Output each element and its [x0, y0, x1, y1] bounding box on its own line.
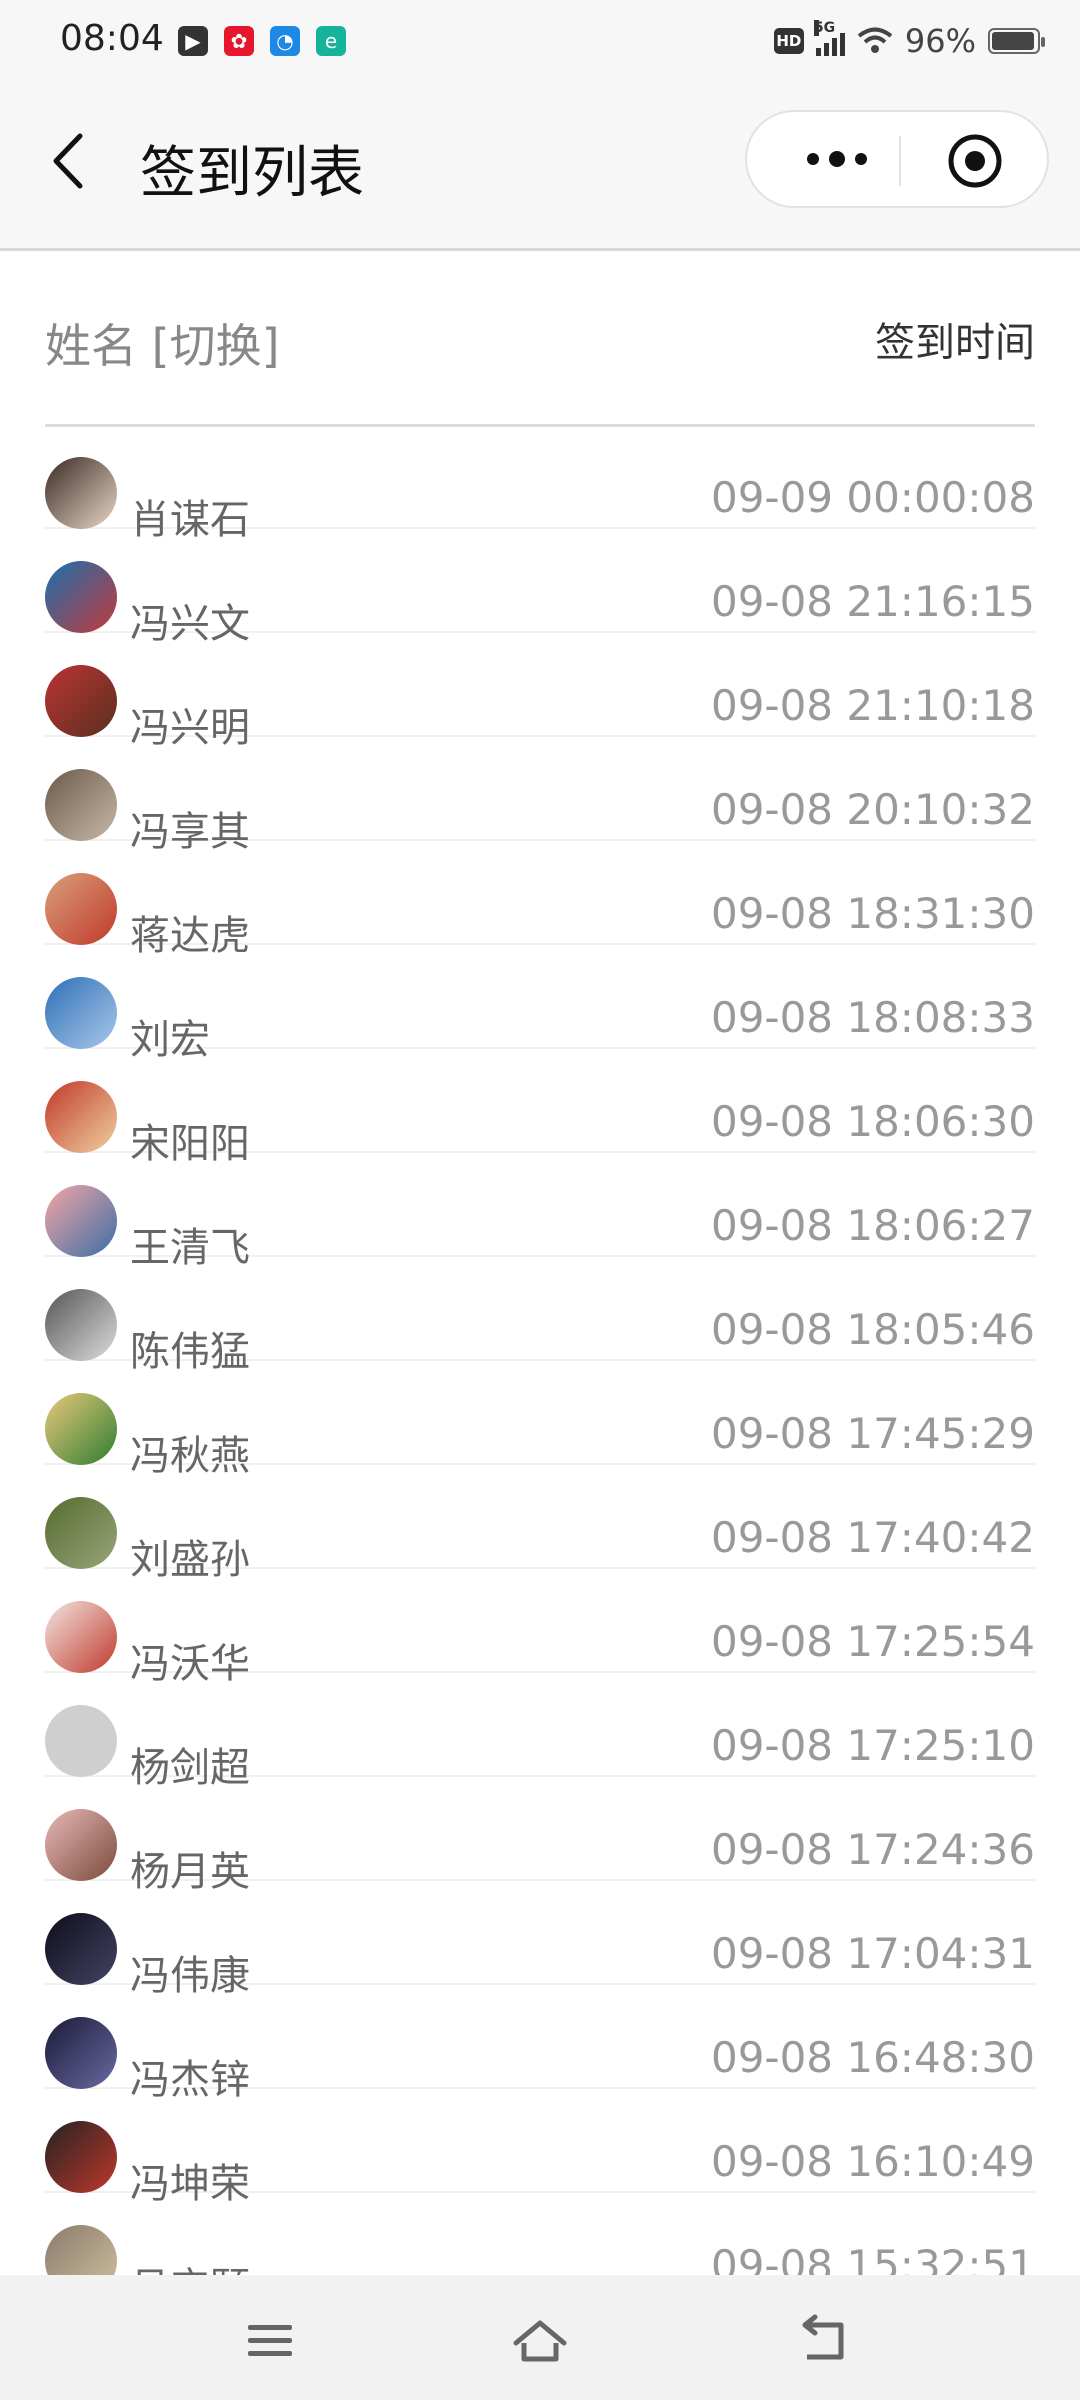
avatar [45, 2121, 117, 2193]
more-menu-button[interactable] [787, 134, 887, 184]
list-item[interactable]: 杨剑超 09-08 17:25:10 [45, 1673, 1035, 1791]
navigation-bar: 签到列表 [0, 84, 1080, 251]
checkin-time: 09-08 21:10:18 [710, 681, 1035, 730]
checkin-time: 09-08 17:04:31 [710, 1929, 1035, 1978]
avatar [45, 1393, 117, 1465]
checkin-time: 09-08 16:48:30 [710, 2033, 1035, 2082]
list-item[interactable]: 冯秋燕 09-08 17:45:29 [45, 1361, 1035, 1479]
more-dot-icon [829, 151, 845, 167]
avatar [45, 1497, 117, 1569]
table-header: 姓名 [切换] 签到时间 [45, 248, 1035, 427]
list-item[interactable]: 刘盛孙 09-08 17:40:42 [45, 1465, 1035, 1583]
checkin-time: 09-09 00:00:08 [710, 473, 1035, 522]
page-title: 签到列表 [140, 141, 364, 206]
notification-icons: ▶ ✿ ◔ e [178, 26, 346, 56]
home-icon[interactable] [510, 2313, 570, 2369]
close-miniprogram-icon[interactable] [947, 133, 1003, 189]
checkin-time: 09-08 17:25:54 [710, 1617, 1035, 1666]
browser-icon: e [316, 26, 346, 56]
avatar [45, 1809, 117, 1881]
avatar [45, 1185, 117, 1257]
list-item[interactable]: 冯杰锌 09-08 16:48:30 [45, 1985, 1035, 2103]
list-item[interactable]: 冯坤荣 09-08 16:10:49 [45, 2089, 1035, 2207]
checkin-time: 09-08 18:06:27 [710, 1201, 1035, 1250]
checkin-time: 09-08 21:16:15 [710, 577, 1035, 626]
wifi-icon [857, 27, 893, 53]
checkin-time: 09-08 17:24:36 [710, 1825, 1035, 1874]
checkin-time: 09-08 17:40:42 [710, 1513, 1035, 1562]
avatar [45, 1081, 117, 1153]
hd-icon: HD [773, 28, 804, 54]
system-navigation-bar [0, 2275, 1080, 2400]
avatar [45, 561, 117, 633]
checkin-list: 肖谋石 09-09 00:00:08 冯兴文 09-08 21:16:15 冯兴明 09-… [45, 425, 1035, 2311]
checkin-time: 09-08 16:10:49 [710, 2137, 1035, 2186]
list-item[interactable]: 冯伟康 09-08 17:04:31 [45, 1881, 1035, 1999]
battery-percent: 96% [904, 22, 976, 60]
avatar [45, 457, 117, 529]
checkin-time: 09-08 18:06:30 [710, 1097, 1035, 1146]
news-app-icon: ◔ [270, 26, 300, 56]
menu-icon[interactable] [240, 2313, 300, 2369]
checkin-time: 09-08 18:05:46 [710, 1305, 1035, 1354]
list-item[interactable]: 杨月英 09-08 17:24:36 [45, 1777, 1035, 1895]
avatar [45, 977, 117, 1049]
weibo-icon: ✿ [224, 26, 254, 56]
list-item[interactable]: 肖谋石 09-09 00:00:08 [45, 425, 1035, 543]
avatar [45, 769, 117, 841]
list-item[interactable]: 陈伟猛 09-08 18:05:46 [45, 1257, 1035, 1375]
list-item[interactable]: 刘宏 09-08 18:08:33 [45, 945, 1035, 1063]
avatar [45, 1601, 117, 1673]
status-time: 08:04 [60, 18, 164, 59]
miniprogram-capsule [745, 110, 1049, 208]
more-dot-icon [855, 153, 867, 165]
status-indicators: HD 5G 96% [773, 20, 1045, 60]
network-type: 5G [813, 20, 836, 36]
checkin-time: 09-08 20:10:32 [710, 785, 1035, 834]
list-item[interactable]: 冯享其 09-08 20:10:32 [45, 737, 1035, 855]
name-column-toggle[interactable]: 姓名 [切换] [45, 310, 280, 376]
avatar [45, 1289, 117, 1361]
more-dot-icon [807, 153, 819, 165]
checkin-time: 09-08 18:08:33 [710, 993, 1035, 1042]
list-item[interactable]: 王清飞 09-08 18:06:27 [45, 1153, 1035, 1271]
avatar [45, 873, 117, 945]
avatar [45, 1913, 117, 1985]
avatar [45, 1705, 117, 1777]
list-item[interactable]: 冯兴文 09-08 21:16:15 [45, 529, 1035, 647]
checkin-time: 09-08 17:25:10 [710, 1721, 1035, 1770]
list-item[interactable]: 冯沃华 09-08 17:25:54 [45, 1569, 1035, 1687]
list-item[interactable]: 冯兴明 09-08 21:10:18 [45, 633, 1035, 751]
avatar [45, 2017, 117, 2089]
capsule-divider [899, 136, 901, 186]
signal-icon: 5G [813, 20, 845, 56]
avatar [45, 665, 117, 737]
checkin-time: 09-08 17:45:29 [710, 1409, 1035, 1458]
video-app-icon: ▶ [178, 26, 208, 56]
battery-icon [988, 28, 1045, 54]
checkin-time: 09-08 18:31:30 [710, 889, 1035, 938]
checkin-time-header: 签到时间 [875, 320, 1035, 366]
back-arrow-icon[interactable] [42, 126, 92, 196]
list-item[interactable]: 宋阳阳 09-08 18:06:30 [45, 1049, 1035, 1167]
back-icon[interactable] [795, 2313, 855, 2369]
status-bar: 08:04 ▶ ✿ ◔ e HD 5G 96% [0, 0, 1080, 84]
list-item[interactable]: 蒋达虎 09-08 18:31:30 [45, 841, 1035, 959]
